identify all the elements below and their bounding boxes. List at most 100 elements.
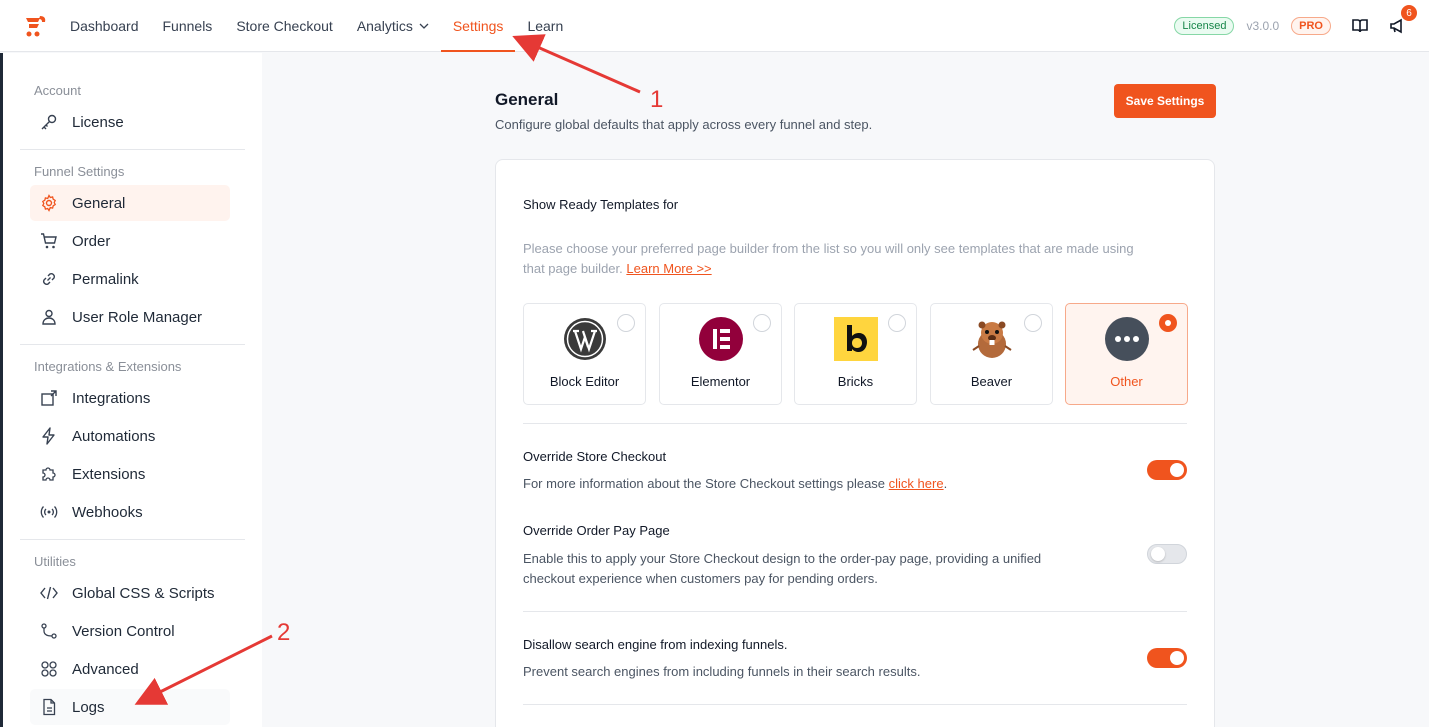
- annotation-number-2: 2: [277, 619, 291, 646]
- nav-analytics[interactable]: Analytics: [345, 0, 441, 52]
- builder-name: Other: [1110, 374, 1143, 389]
- sidebar-divider: [20, 149, 245, 150]
- broadcast-icon: [40, 506, 58, 518]
- sidebar-item-automations[interactable]: Automations: [30, 418, 230, 454]
- page-subtitle: Configure global defaults that apply acr…: [495, 117, 873, 132]
- builder-option-block-editor[interactable]: Block Editor: [523, 303, 646, 405]
- sidebar-divider: [20, 344, 245, 345]
- puzzle-icon: [42, 467, 56, 481]
- sidebar-item-permalink[interactable]: Permalink: [30, 261, 230, 297]
- override-order-pay-desc-line2: checkout experience when customers pay f…: [523, 571, 878, 586]
- learn-more-link[interactable]: Learn More >>: [626, 261, 711, 276]
- templates-description: Please choose your preferred page builde…: [523, 239, 1203, 279]
- nav-label: Learn: [527, 18, 564, 34]
- sidebar-item-webhooks[interactable]: Webhooks: [30, 494, 230, 530]
- nav-funnels[interactable]: Funnels: [151, 0, 225, 52]
- sidebar-item-version-control[interactable]: Version Control: [30, 613, 230, 649]
- section-divider: [523, 704, 1187, 705]
- builder-name: Beaver: [970, 374, 1013, 389]
- gear-icon: [41, 194, 57, 212]
- builder-name: Elementor: [690, 374, 751, 389]
- builder-radio[interactable]: [1024, 314, 1042, 332]
- link-icon: [43, 273, 55, 285]
- sidebar-item-label: Extensions: [72, 465, 146, 483]
- sidebar-item-label: Advanced: [72, 660, 139, 678]
- top-navigation-bar: Dashboard Funnels Store Checkout Analyti…: [0, 0, 1429, 52]
- builder-radio[interactable]: [888, 314, 906, 332]
- sidebar-item-extensions[interactable]: Extensions: [30, 456, 230, 492]
- notification-count-badge: 6: [1401, 5, 1417, 21]
- nav-label: Store Checkout: [236, 18, 333, 34]
- document-icon: [43, 698, 56, 716]
- sidebar-item-label: Permalink: [72, 270, 139, 288]
- book-icon[interactable]: [1351, 17, 1369, 35]
- disallow-indexing-label: Disallow search engine from indexing fun…: [523, 637, 788, 652]
- builder-radio[interactable]: [753, 314, 771, 332]
- save-settings-button[interactable]: Save Settings: [1114, 84, 1216, 118]
- builder-option-bricks[interactable]: Bricks: [794, 303, 917, 405]
- builder-radio[interactable]: [617, 314, 635, 332]
- override-checkout-desc-text: For more information about the Store Che…: [523, 476, 886, 491]
- sidebar-item-integrations[interactable]: Integrations: [30, 380, 230, 416]
- sidebar-item-label: Order: [72, 232, 111, 250]
- sidebar-item-general[interactable]: General: [30, 185, 230, 221]
- toggle-knob: [1170, 651, 1184, 665]
- nav-store-checkout[interactable]: Store Checkout: [224, 0, 345, 52]
- builder-option-beaver[interactable]: Beaver: [930, 303, 1053, 405]
- nav-label: Dashboard: [70, 18, 139, 34]
- override-checkout-toggle[interactable]: [1147, 460, 1187, 480]
- sidebar-section-integrations: Integrations & Extensions: [34, 358, 182, 374]
- sidebar-item-global-css-scripts[interactable]: Global CSS & Scripts: [30, 575, 230, 611]
- override-order-pay-toggle[interactable]: [1147, 544, 1187, 564]
- pro-badge: PRO: [1291, 17, 1331, 35]
- nav-settings[interactable]: Settings: [440, 0, 516, 52]
- sidebar-item-label: Logs: [72, 698, 105, 716]
- disallow-indexing-toggle[interactable]: [1147, 648, 1187, 668]
- override-checkout-label: Override Store Checkout: [523, 449, 667, 464]
- toggle-knob: [1170, 463, 1184, 477]
- bricks-icon: [834, 317, 878, 361]
- announcement-button[interactable]: 6: [1389, 5, 1417, 35]
- override-order-pay-desc-line1: Enable this to apply your Store Checkout…: [523, 551, 1042, 566]
- sidebar-section-utilities: Utilities: [34, 553, 76, 569]
- wordpress-icon: [564, 318, 606, 360]
- builder-option-other[interactable]: Other: [1065, 303, 1188, 405]
- toggle-knob: [1151, 547, 1165, 561]
- nav-label: Analytics: [356, 18, 413, 34]
- main-nav: Dashboard Funnels Store Checkout Analyti…: [58, 0, 575, 52]
- branch-icon: [41, 623, 57, 639]
- licensed-badge: Licensed: [1174, 17, 1235, 35]
- builder-option-elementor[interactable]: Elementor: [659, 303, 782, 405]
- chevron-down-icon: [419, 23, 429, 29]
- key-icon: [41, 114, 57, 130]
- sidebar-item-label: General: [72, 194, 126, 212]
- disallow-indexing-description: Prevent search engines from including fu…: [523, 664, 921, 679]
- nav-dashboard[interactable]: Dashboard: [58, 0, 151, 52]
- more-icon: [1105, 317, 1149, 361]
- beaver-icon: [972, 321, 1012, 358]
- user-icon: [42, 309, 56, 325]
- settings-card: Show Ready Templates for Please choose y…: [495, 159, 1215, 727]
- nav-label: Funnels: [162, 18, 213, 34]
- sidebar-item-label: Integrations: [72, 389, 151, 407]
- sidebar-item-license[interactable]: License: [30, 104, 230, 140]
- sidebar-item-logs[interactable]: Logs: [30, 689, 230, 725]
- sidebar-item-user-role-manager[interactable]: User Role Manager: [30, 299, 230, 335]
- templates-desc-line1: Please choose your preferred page builde…: [523, 241, 1134, 256]
- templates-label: Show Ready Templates for: [523, 197, 679, 212]
- templates-desc-line2: that page builder.: [523, 261, 623, 276]
- nav-learn[interactable]: Learn: [515, 0, 575, 52]
- builder-name: Bricks: [837, 374, 874, 389]
- override-checkout-description: For more information about the Store Che…: [523, 474, 947, 494]
- cartflows-logo-icon[interactable]: [20, 12, 48, 40]
- elementor-icon: [699, 317, 743, 361]
- sidebar-divider: [20, 539, 245, 540]
- annotation-number-1: 1: [650, 86, 664, 113]
- sidebar-item-label: Global CSS & Scripts: [72, 584, 215, 602]
- click-here-link[interactable]: click here: [889, 476, 944, 491]
- sidebar-item-label: Automations: [72, 427, 156, 445]
- integrations-icon: [41, 390, 57, 406]
- sidebar-item-advanced[interactable]: Advanced: [30, 651, 230, 687]
- builder-radio-selected[interactable]: [1159, 314, 1177, 332]
- sidebar-item-order[interactable]: Order: [30, 223, 230, 259]
